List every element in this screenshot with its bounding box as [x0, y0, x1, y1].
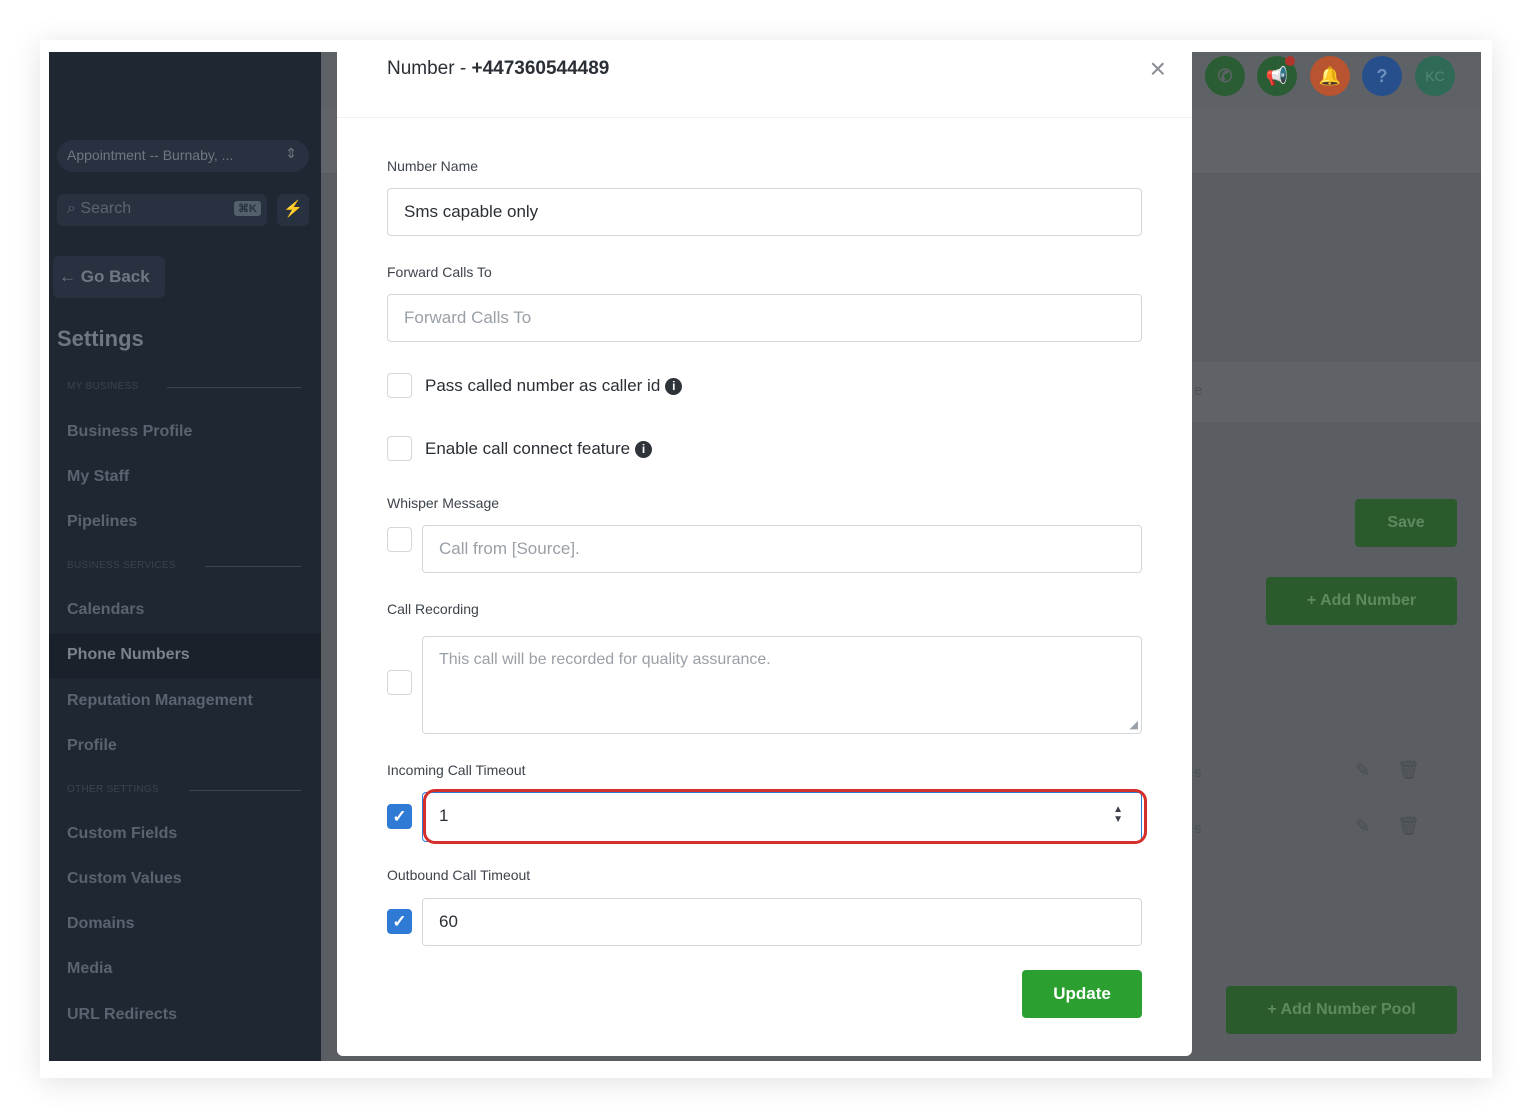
section-my-business: MY BUSINESS: [67, 381, 301, 392]
call-recording-checkbox[interactable]: [387, 670, 412, 695]
search-shortcut: ⌘K: [234, 201, 261, 216]
arrow-left-icon: ←: [59, 267, 76, 286]
notification-dot: [1285, 56, 1295, 66]
pass-called-number-checkbox[interactable]: [387, 373, 412, 398]
search-icon: ⌕: [67, 200, 76, 217]
chevron-updown-icon: ⇕: [285, 145, 297, 161]
sidebar-item-my-staff[interactable]: My Staff: [67, 468, 129, 486]
go-back-label: Go Back: [80, 267, 150, 286]
add-number-pool-button[interactable]: + Add Number Pool: [1226, 986, 1457, 1034]
enable-call-connect-label: Enable call connect feature i: [425, 439, 653, 459]
location-name: Appointment -- Burnaby, ...: [67, 147, 234, 163]
sidebar-item-phone-numbers[interactable]: Phone Numbers: [49, 634, 321, 678]
modal-title: Number - +447360544489: [387, 58, 610, 79]
trash-icon[interactable]: 🗑: [1397, 816, 1420, 837]
pencil-icon[interactable]: ✎: [1355, 816, 1370, 837]
edit-number-modal: Number - +447360544489 × Number Name Sms…: [337, 52, 1192, 1056]
outbound-timeout-label: Outbound Call Timeout: [387, 867, 531, 883]
sidebar-item-custom-values[interactable]: Custom Values: [67, 870, 182, 888]
incoming-timeout-checkbox[interactable]: ✓: [387, 804, 412, 829]
help-icon[interactable]: ?: [1362, 56, 1402, 96]
highlight-annotation: [423, 789, 1147, 844]
background-text-fragment: e: [1194, 382, 1203, 399]
search-placeholder: Search: [80, 200, 132, 217]
app-window: Appointment -- Burnaby, ... ⇕ ⌕ Search ⌘…: [49, 52, 1481, 1061]
forward-calls-label: Forward Calls To: [387, 264, 492, 280]
sidebar-item-reputation-management[interactable]: Reputation Management: [67, 692, 253, 710]
section-other-settings: OTHER SETTINGS: [67, 784, 301, 795]
whisper-message-input[interactable]: Call from [Source].: [422, 525, 1142, 573]
forward-calls-input[interactable]: Forward Calls To: [387, 294, 1142, 342]
whisper-message-checkbox[interactable]: [387, 527, 412, 552]
call-recording-label: Call Recording: [387, 601, 479, 617]
info-icon[interactable]: i: [665, 378, 683, 395]
pass-called-number-label: Pass called number as caller id i: [425, 376, 683, 396]
number-name-input[interactable]: Sms capable only: [387, 188, 1142, 236]
sidebar-item-custom-fields[interactable]: Custom Fields: [67, 825, 177, 843]
bolt-icon[interactable]: ⚡: [277, 194, 309, 226]
phone-icon[interactable]: ✆: [1205, 56, 1245, 96]
outbound-timeout-input[interactable]: 60: [422, 898, 1142, 946]
incoming-timeout-label: Incoming Call Timeout: [387, 762, 526, 778]
plus-icon: +: [1306, 592, 1321, 609]
phone-number: +447360544489: [471, 58, 610, 79]
section-business-services: BUSINESS SERVICES: [67, 560, 301, 571]
sidebar-title: Settings: [57, 326, 144, 351]
trash-icon[interactable]: 🗑: [1397, 760, 1420, 781]
sidebar-item-domains[interactable]: Domains: [67, 915, 135, 933]
sidebar-item-media[interactable]: Media: [67, 960, 112, 978]
bell-icon[interactable]: 🔔: [1310, 56, 1350, 96]
avatar[interactable]: KC: [1415, 56, 1455, 96]
sidebar-item-business-profile[interactable]: Business Profile: [67, 423, 192, 441]
modal-header: Number - +447360544489 ×: [337, 52, 1192, 118]
sidebar-item-profile[interactable]: Profile: [67, 737, 117, 755]
resize-handle-icon[interactable]: ◢: [1130, 718, 1138, 731]
background-text-fragment: s: [1194, 820, 1202, 837]
outbound-timeout-checkbox[interactable]: ✓: [387, 909, 412, 934]
location-switcher[interactable]: Appointment -- Burnaby, ... ⇕: [57, 140, 309, 172]
sidebar-item-pipelines[interactable]: Pipelines: [67, 513, 137, 531]
call-recording-textarea[interactable]: This call will be recorded for quality a…: [422, 636, 1142, 734]
update-button[interactable]: Update: [1022, 970, 1142, 1018]
info-icon[interactable]: i: [635, 441, 653, 458]
background-text-fragment: s: [1194, 764, 1202, 781]
call-recording-placeholder: This call will be recorded for quality a…: [439, 651, 771, 668]
go-back-button[interactable]: ← Go Back: [53, 256, 165, 298]
sidebar-item-url-redirects[interactable]: URL Redirects: [67, 1006, 177, 1024]
plus-icon: +: [1267, 1001, 1281, 1018]
sidebar-item-calendars[interactable]: Calendars: [67, 601, 144, 619]
whisper-message-label: Whisper Message: [387, 495, 500, 511]
add-number-button[interactable]: + Add Number: [1266, 577, 1457, 625]
enable-call-connect-checkbox[interactable]: [387, 436, 412, 461]
close-icon[interactable]: ×: [1150, 55, 1166, 83]
save-button[interactable]: Save: [1355, 499, 1457, 547]
number-name-label: Number Name: [387, 158, 479, 174]
pencil-icon[interactable]: ✎: [1355, 760, 1370, 781]
sidebar-search[interactable]: ⌕ Search ⌘K: [57, 194, 267, 226]
sidebar: Appointment -- Burnaby, ... ⇕ ⌕ Search ⌘…: [49, 52, 321, 1061]
